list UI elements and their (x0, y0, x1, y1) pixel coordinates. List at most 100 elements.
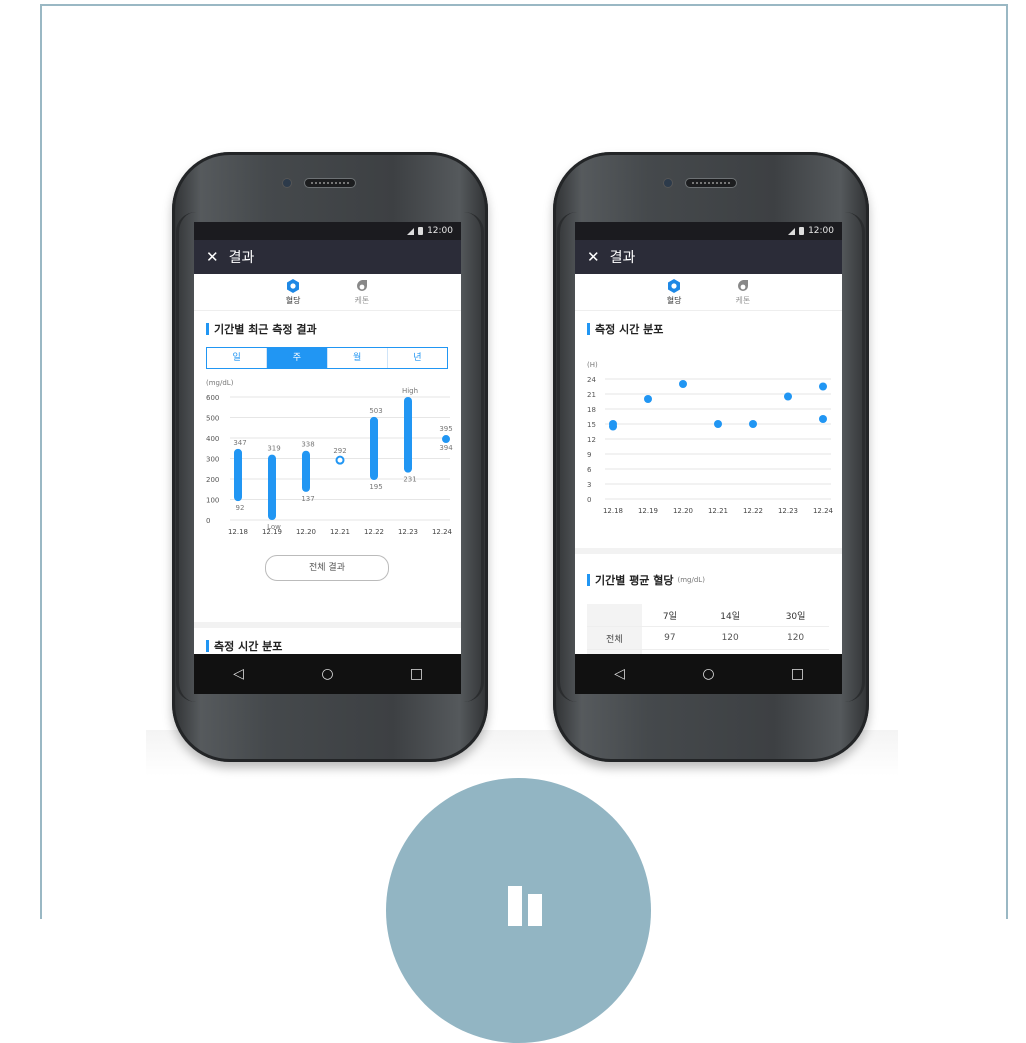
y-tick-label: 12 (587, 436, 596, 444)
y-tick-label: 0 (587, 496, 591, 504)
col-30d: 30일 (762, 604, 829, 627)
y-tick-label: 300 (206, 456, 219, 464)
x-tick-label: 12.18 (228, 528, 248, 536)
data-point (784, 392, 792, 401)
data-point (749, 420, 757, 428)
section-title: 측정 시간 분포 (575, 311, 842, 337)
x-tick-label: 12.20 (296, 528, 316, 536)
col-7d: 7일 (641, 604, 699, 627)
battery-icon (799, 227, 805, 235)
y-axis-label: (mg/dL) (206, 379, 234, 387)
data-label: 292 (333, 447, 346, 455)
y-tick-label: 9 (587, 451, 591, 459)
tab-ketone-label: 케톤 (735, 295, 751, 305)
data-point (609, 422, 617, 431)
status-time: 12:00 (427, 226, 453, 236)
y-tick-label: 18 (587, 406, 596, 414)
table-header-row: 7일 14일 30일 (587, 604, 829, 627)
data-label: 347 (233, 439, 246, 447)
segment-day[interactable]: 일 (207, 348, 268, 368)
signal-icon (407, 227, 415, 235)
data-point (819, 415, 827, 423)
all-results-button[interactable]: 전체 결과 (265, 555, 389, 581)
chart-glyph-icon (508, 886, 522, 926)
x-tick-label: 12.21 (708, 507, 728, 515)
app-bar: ✕ 결과 (194, 240, 461, 274)
page-title: 결과 (609, 250, 636, 266)
x-tick-label: 12.24 (432, 528, 453, 536)
avg-unit: (mg/dL) (677, 576, 705, 584)
x-tick-label: 12.22 (364, 528, 384, 536)
avg-section-title: 기간별 평균 혈당 (mg/dL) (575, 562, 705, 588)
ketone-icon (356, 279, 367, 291)
android-nav-bar: ◁ ○ □ (575, 654, 842, 694)
data-label: 394 (439, 444, 453, 452)
data-label: 195 (369, 483, 382, 491)
data-label: High (402, 387, 418, 395)
y-tick-label: 500 (206, 415, 219, 423)
segment-week[interactable]: 주 (267, 348, 328, 368)
segment-month[interactable]: 월 (328, 348, 388, 368)
data-point (644, 395, 652, 403)
tab-glucose-label: 혈당 (666, 295, 682, 305)
back-icon[interactable]: ◁ (226, 666, 252, 682)
section-title-text: 측정 시간 분포 (595, 323, 664, 336)
y-tick-label: 100 (206, 497, 219, 505)
phone-right-screen: 12:00 ✕ 결과 혈당 케톤 측정 시간 분포 (H) 0 3 6 9 12 15 18 2… (575, 222, 842, 694)
tab-glucose[interactable]: 혈당 (285, 278, 301, 306)
next-section-title: 측정 시간 분포 (194, 628, 282, 654)
range-bar (234, 448, 242, 502)
close-icon[interactable]: ✕ (587, 248, 600, 266)
tab-ketone[interactable]: 케톤 (354, 279, 370, 306)
signal-icon (788, 227, 796, 235)
home-icon[interactable]: ○ (696, 666, 722, 682)
range-bar (268, 454, 276, 520)
data-label: 137 (301, 495, 314, 503)
y-tick-label: 400 (206, 435, 219, 443)
tab-glucose[interactable]: 혈당 (666, 278, 682, 306)
front-camera-icon (283, 179, 291, 187)
recents-icon[interactable]: □ (404, 666, 430, 682)
data-label: 231 (403, 476, 416, 484)
android-nav-bar: ◁ ○ □ (194, 654, 461, 694)
data-point (679, 380, 687, 388)
phone-left: 12:00 ✕ 결과 혈당 케톤 기간별 최근 측정 결과 일 주 월 년 (m… (172, 152, 488, 762)
table-cell: 120 (762, 626, 829, 650)
x-tick-label: 12.22 (743, 507, 763, 515)
x-tick-label: 12.18 (603, 507, 623, 515)
section-title: 기간별 최근 측정 결과 (194, 311, 461, 337)
tab-ketone-label: 케톤 (354, 295, 370, 305)
ketone-icon (737, 279, 748, 291)
x-tick-label: 12.23 (398, 528, 418, 536)
battery-icon (418, 227, 424, 235)
data-label: 338 (301, 441, 314, 449)
phone-right: 12:00 ✕ 결과 혈당 케톤 측정 시간 분포 (H) 0 3 6 9 12 15 18 2… (553, 152, 869, 762)
recents-icon[interactable]: □ (785, 666, 811, 682)
data-label: 319 (267, 445, 280, 453)
y-axis-label: (H) (587, 361, 598, 369)
row-label: 전체 (587, 626, 642, 650)
data-point (819, 382, 827, 391)
col-14d: 14일 (698, 604, 763, 627)
home-icon[interactable]: ○ (315, 666, 341, 682)
y-tick-label: 21 (587, 391, 596, 399)
x-tick-label: 12.21 (330, 528, 350, 536)
tab-glucose-label: 혈당 (285, 295, 301, 305)
app-bar: ✕ 결과 (575, 240, 842, 274)
range-bar (404, 397, 412, 473)
section-divider (575, 548, 842, 554)
page-title: 결과 (228, 250, 255, 266)
close-icon[interactable]: ✕ (206, 248, 219, 266)
status-time: 12:00 (808, 226, 834, 236)
y-tick-label: 3 (587, 481, 591, 489)
avg-section-title-text: 기간별 평균 혈당 (595, 574, 674, 587)
glucose-range-chart: (mg/dL)010020030040050060012.18 12.19 12.2… (206, 379, 453, 536)
y-tick-label: 6 (587, 466, 592, 474)
data-label: 92 (236, 504, 245, 512)
measurement-time-chart: (H) 0 3 6 9 12 15 18 21 24 12.18 12.19 12.20 12.21 12.… (587, 361, 834, 515)
chart-glyph-icon (528, 894, 542, 926)
segment-year[interactable]: 년 (388, 348, 447, 368)
table-row: 전체 97 120 120 (587, 626, 829, 650)
tab-ketone[interactable]: 케톤 (735, 279, 751, 306)
back-icon[interactable]: ◁ (607, 666, 633, 682)
